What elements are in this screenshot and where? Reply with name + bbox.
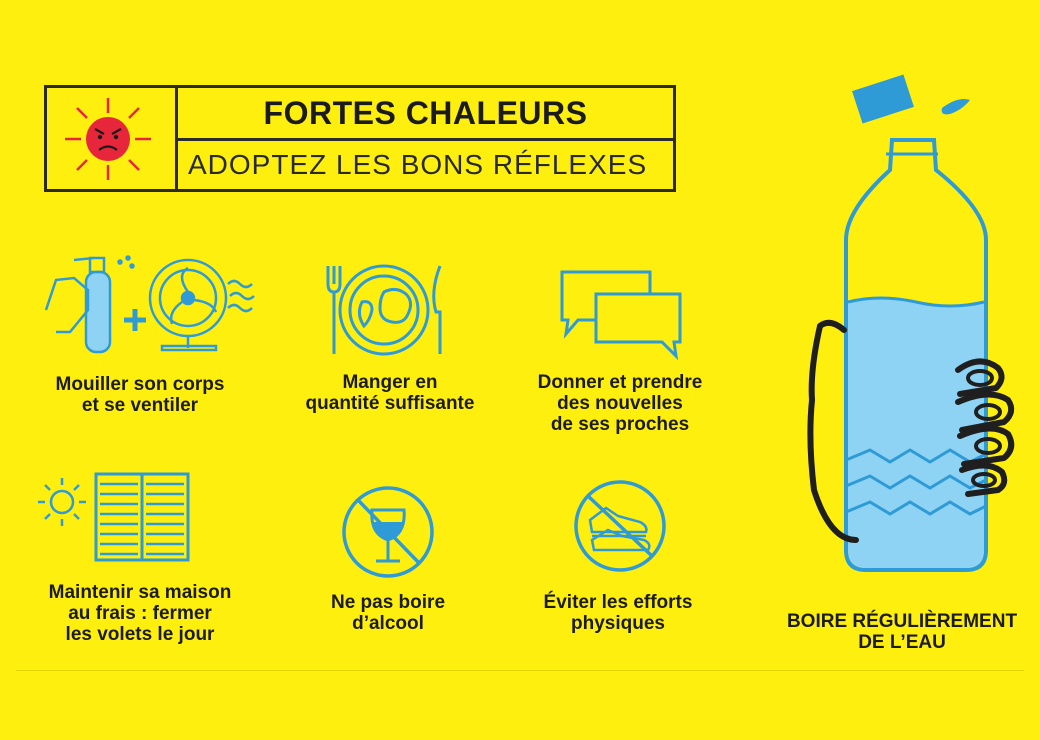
water-bottle-in-hand-icon <box>807 74 1015 572</box>
tip-caption-6: Éviter les efforts physiques <box>543 592 693 634</box>
tip-caption-1: Mouiller son corps et se ventiler <box>55 374 225 416</box>
tip-caption-3: Donner et prendre des nouvelles de ses p… <box>537 372 703 435</box>
tip-caption-5: Ne pas boire d’alcool <box>330 592 446 634</box>
spray-and-fan-icon <box>44 255 255 354</box>
header-box: FORTES CHALEURS ADOPTEZ LES BONS RÉFLEXE… <box>44 85 676 192</box>
speech-bubbles-icon <box>560 270 682 361</box>
angry-sun-icon <box>65 98 151 180</box>
page-title: FORTES CHALEURS <box>178 88 673 141</box>
sun-and-shutters-icon <box>38 472 190 562</box>
no-wine-glass-icon <box>342 486 434 578</box>
bottle-caption: BOIRE RÉGULIÈREMENT DE L’EAU <box>786 611 1018 653</box>
tip-caption-2: Manger en quantité suffisante <box>305 372 475 414</box>
page-subtitle: ADOPTEZ LES BONS RÉFLEXES <box>188 149 648 180</box>
plate-fork-knife-icon <box>326 264 442 356</box>
title-cell: FORTES CHALEURS ADOPTEZ LES BONS RÉFLEXE… <box>178 88 673 189</box>
footer-divider <box>16 670 1024 671</box>
no-sneakers-icon <box>574 480 666 572</box>
tip-caption-4: Maintenir sa maison au frais : fermer le… <box>48 582 232 645</box>
sun-cell <box>47 88 178 189</box>
